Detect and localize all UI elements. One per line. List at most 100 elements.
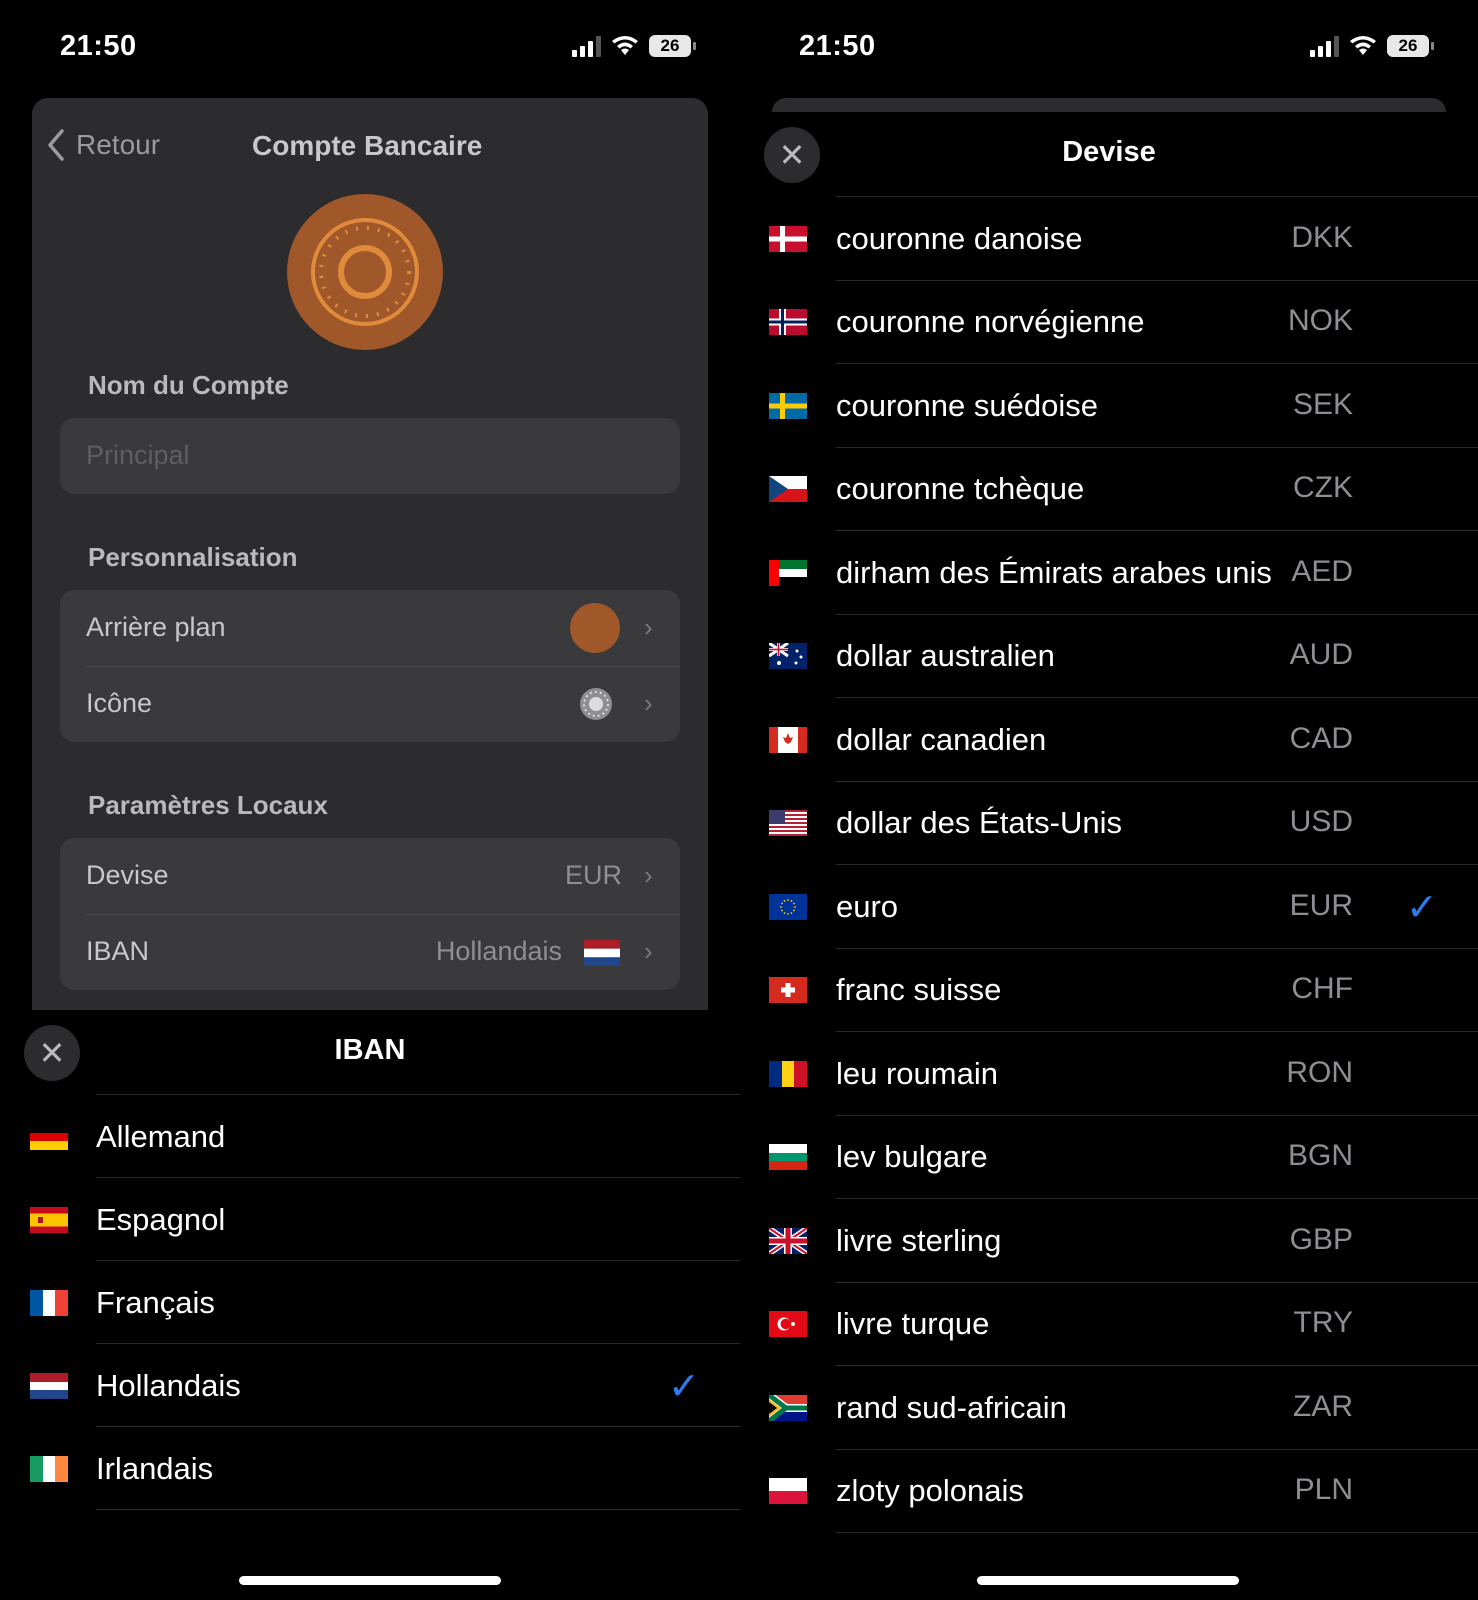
item-label: dirham des Émirats arabes unis [836,554,1272,590]
battery-icon: 26 [649,35,696,57]
signal-icon [572,35,601,57]
personalisation-group: Arrière plan › Icône › [60,590,680,742]
local-settings-group: Devise EUR › IBAN Hollandais › [60,838,680,990]
iban-sheet: ✕ IBAN Allemand Espagnol Français Hollandai… [0,1010,740,1600]
us-flag-icon [769,810,807,837]
no-flag-icon [769,309,807,336]
list-separator [96,1509,740,1510]
list-item[interactable]: franc suisse CHF [740,949,1478,1032]
gb-flag-icon [769,1227,807,1254]
netherlands-flag-icon [584,940,620,966]
currency-row[interactable]: Devise EUR › [60,838,680,914]
account-name-field[interactable]: Principal [60,418,680,494]
home-indicator [977,1576,1239,1585]
list-item[interactable]: Irlandais [0,1427,740,1510]
eu-flag-icon [769,893,807,920]
list-item[interactable]: euro EUR ✓ [740,865,1478,949]
currency-code: AED [1291,554,1353,588]
currency-code: AUD [1289,638,1353,672]
icon-row[interactable]: Icône › [60,666,680,742]
account-sheet: Retour Compte Bancaire Nom du Compte Pri… [32,98,708,1010]
account-name-label: Nom du Compte [88,370,289,400]
list-item[interactable]: dirham des Émirats arabes unis AED [740,531,1478,615]
account-avatar-icon[interactable] [287,194,443,350]
list-item[interactable]: dollar australien AUD [740,615,1478,698]
list-item[interactable]: Hollandais ✓ [0,1344,740,1427]
list-item[interactable]: livre sterling GBP [740,1199,1478,1283]
list-item[interactable]: couronne tchèque CZK [740,448,1478,531]
list-item[interactable]: couronne suédoise SEK [740,364,1478,448]
chevron-right-icon: › [644,612,653,642]
item-label: Espagnol [96,1201,226,1237]
item-label: dollar canadien [836,721,1047,757]
list-item[interactable]: leu roumain RON [740,1032,1478,1116]
list-item[interactable]: Espagnol [0,1178,740,1261]
status-time: 21:50 [799,30,876,62]
ca-flag-icon [769,726,807,753]
list-item[interactable]: dollar des États-Unis USD [740,782,1478,865]
item-label: couronne suédoise [836,387,1098,423]
item-label: rand sud-africain [836,1389,1067,1425]
list-item[interactable]: livre turque TRY [740,1283,1478,1366]
au-flag-icon [769,643,807,670]
currency-code: RON [1286,1055,1353,1089]
bg-flag-icon [769,1144,807,1171]
list-item[interactable]: couronne norvégienne NOK [740,281,1478,364]
iban-row[interactable]: IBAN Hollandais › [60,914,680,990]
iban-value: Hollandais [435,936,562,966]
item-label: livre turque [836,1306,990,1342]
item-label: couronne norvégienne [836,304,1145,340]
list-item[interactable]: rand sud-africain ZAR [740,1366,1478,1450]
item-label: couronne tchèque [836,471,1085,507]
ie-flag-icon [30,1455,68,1482]
tr-flag-icon [769,1311,807,1338]
list-item[interactable]: dollar canadien CAD [740,698,1478,782]
de-flag-icon [30,1123,68,1150]
currency-code: CZK [1293,471,1353,505]
coin-icon [580,688,612,720]
background-label: Arrière plan [86,612,226,642]
checkmark-icon: ✓ [668,1365,700,1408]
local-settings-label: Paramètres Locaux [88,790,328,820]
currency-code: ZAR [1293,1389,1353,1423]
item-label: livre sterling [836,1222,1002,1258]
currency-code: TRY [1293,1306,1353,1340]
za-flag-icon [769,1394,807,1421]
item-label: euro [836,888,899,924]
currency-code: DKK [1291,220,1353,254]
currency-code: USD [1289,805,1353,839]
status-time: 21:50 [60,30,137,62]
iban-label: IBAN [86,936,150,966]
signal-icon [1310,35,1339,57]
cz-flag-icon [769,476,807,503]
item-label: couronne danoise [836,220,1083,256]
background-sheet-edge [772,98,1446,112]
ro-flag-icon [769,1060,807,1087]
item-label: franc suisse [836,972,1002,1008]
es-flag-icon [30,1206,68,1233]
sheet-title: Devise [1062,136,1156,168]
currency-code: CHF [1291,972,1353,1006]
currency-sheet: ✕ Devise couronne danoise DKK couronne nor… [740,112,1478,1600]
item-label: lev bulgare [836,1139,988,1175]
item-label: Allemand [96,1118,226,1154]
currency-label: Devise [86,860,169,890]
back-button[interactable]: Retour [46,128,160,162]
chevron-right-icon: › [644,860,653,890]
list-item[interactable]: Allemand [0,1095,740,1178]
list-item[interactable]: Français [0,1261,740,1344]
status-icons: 26 [572,35,696,57]
list-item[interactable]: lev bulgare BGN [740,1116,1478,1199]
currency-code: BGN [1287,1139,1353,1173]
list-item[interactable]: couronne danoise DKK [740,197,1478,281]
nav-title: Compte Bancaire [252,130,483,161]
currency-value: EUR [564,860,622,890]
chevron-right-icon: › [644,688,653,718]
nl-flag-icon [30,1372,68,1399]
list-item[interactable]: zloty polonais PLN [740,1450,1478,1533]
item-label: leu roumain [836,1055,998,1091]
list-separator [836,1532,1478,1533]
background-row[interactable]: Arrière plan › [60,590,680,666]
battery-icon: 26 [1387,35,1434,57]
currency-code: NOK [1287,304,1353,338]
